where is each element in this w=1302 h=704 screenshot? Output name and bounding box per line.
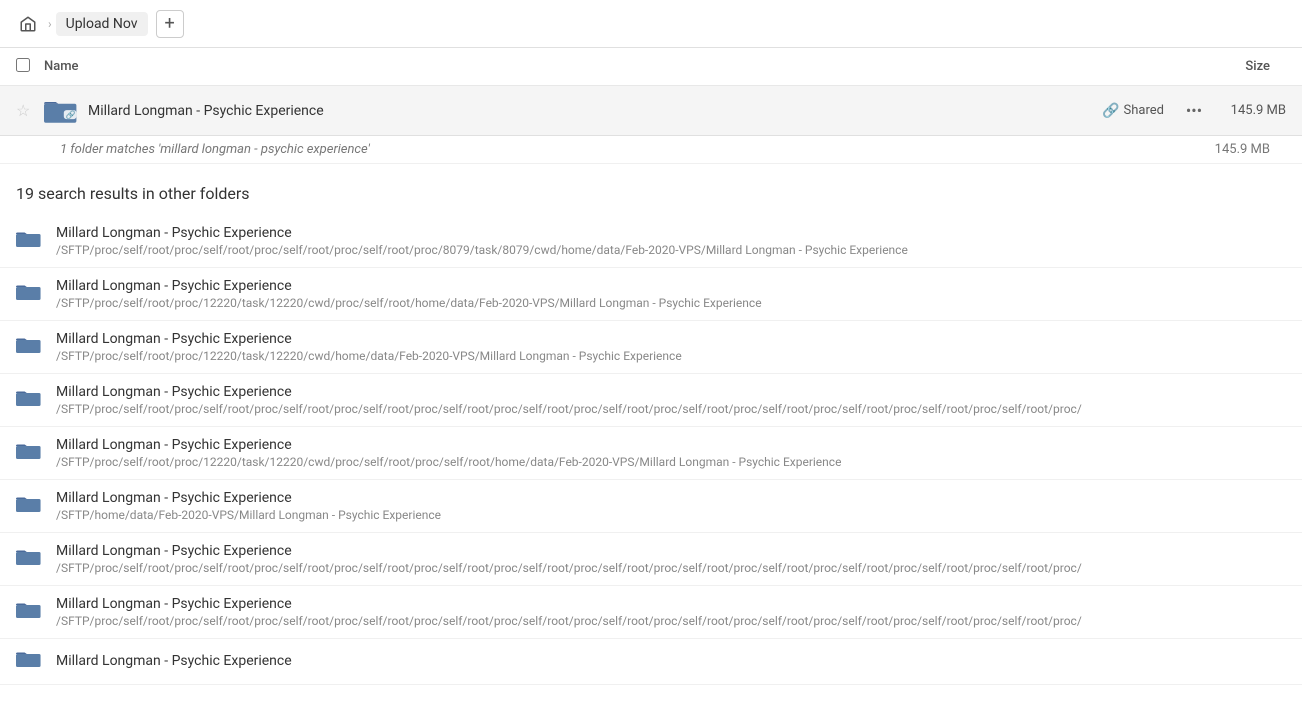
folder-match-text: 1 folder matches 'millard longman - psyc… — [60, 142, 1215, 157]
result-name: Millard Longman - Psychic Experience — [56, 543, 1082, 559]
result-path: /SFTP/proc/self/root/proc/12220/task/122… — [56, 455, 841, 469]
main-folder-name: Millard Longman - Psychic Experience — [88, 103, 1102, 119]
result-name: Millard Longman - Psychic Experience — [56, 225, 908, 241]
folder-icon — [16, 441, 44, 466]
result-item[interactable]: Millard Longman - Psychic Experience — [0, 639, 1302, 685]
result-name: Millard Longman - Psychic Experience — [56, 437, 841, 453]
result-name: Millard Longman - Psychic Experience — [56, 490, 441, 506]
result-info: Millard Longman - Psychic Experience/SFT… — [56, 225, 908, 257]
result-info: Millard Longman - Psychic Experience/SFT… — [56, 543, 1082, 575]
main-result-size: 145.9 MB — [1216, 103, 1286, 118]
result-item[interactable]: Millard Longman - Psychic Experience/SFT… — [0, 427, 1302, 480]
result-item[interactable]: Millard Longman - Psychic Experience/SFT… — [0, 268, 1302, 321]
link-icon: 🔗 — [1102, 103, 1119, 119]
home-button[interactable] — [12, 8, 44, 40]
result-item[interactable]: Millard Longman - Psychic Experience/SFT… — [0, 374, 1302, 427]
folder-icon — [16, 282, 44, 307]
result-info: Millard Longman - Psychic Experience/SFT… — [56, 490, 441, 522]
main-result-row[interactable]: ☆ 🔗 Millard Longman - Psychic Experience… — [0, 86, 1302, 136]
folder-icon — [16, 494, 44, 519]
result-info: Millard Longman - Psychic Experience/SFT… — [56, 278, 762, 310]
folder-icon — [16, 229, 44, 254]
result-info: Millard Longman - Psychic Experience/SFT… — [56, 437, 841, 469]
result-item[interactable]: Millard Longman - Psychic Experience/SFT… — [0, 480, 1302, 533]
result-path: /SFTP/proc/self/root/proc/self/root/proc… — [56, 614, 1082, 628]
result-item[interactable]: Millard Longman - Psychic Experience/SFT… — [0, 586, 1302, 639]
result-path: /SFTP/home/data/Feb-2020-VPS/Millard Lon… — [56, 508, 441, 522]
folder-icon — [16, 547, 44, 572]
result-name: Millard Longman - Psychic Experience — [56, 596, 1082, 612]
result-path: /SFTP/proc/self/root/proc/12220/task/122… — [56, 296, 762, 310]
result-name: Millard Longman - Psychic Experience — [56, 653, 292, 669]
result-name: Millard Longman - Psychic Experience — [56, 278, 762, 294]
column-header-row: Name Size — [0, 48, 1302, 86]
size-column-header: Size — [1245, 59, 1270, 74]
result-path: /SFTP/proc/self/root/proc/self/root/proc… — [56, 561, 1082, 575]
folder-match-info-row: 1 folder matches 'millard longman - psyc… — [0, 136, 1302, 164]
folder-icon — [16, 600, 44, 625]
name-column-header: Name — [44, 59, 1245, 74]
result-info: Millard Longman - Psychic Experience/SFT… — [56, 596, 1082, 628]
svg-text:🔗: 🔗 — [66, 109, 76, 120]
folder-icon — [16, 335, 44, 360]
folder-icon — [16, 388, 44, 413]
top-bar: › Upload Nov + — [0, 0, 1302, 48]
linked-folder-icon: 🔗 — [44, 93, 80, 129]
shared-label: Shared — [1124, 103, 1164, 118]
result-item[interactable]: Millard Longman - Psychic Experience/SFT… — [0, 215, 1302, 268]
folder-match-size: 145.9 MB — [1215, 142, 1270, 157]
folder-icon — [16, 649, 44, 674]
result-info: Millard Longman - Psychic Experience/SFT… — [56, 331, 682, 363]
other-results-list: Millard Longman - Psychic Experience/SFT… — [0, 215, 1302, 685]
result-item[interactable]: Millard Longman - Psychic Experience/SFT… — [0, 533, 1302, 586]
other-results-section-header: 19 search results in other folders — [0, 164, 1302, 215]
result-path: /SFTP/proc/self/root/proc/self/root/proc… — [56, 243, 908, 257]
result-name: Millard Longman - Psychic Experience — [56, 384, 1082, 400]
breadcrumb-separator: › — [48, 17, 52, 31]
breadcrumb-upload-nov[interactable]: Upload Nov — [56, 12, 148, 36]
result-item[interactable]: Millard Longman - Psychic Experience/SFT… — [0, 321, 1302, 374]
result-path: /SFTP/proc/self/root/proc/12220/task/122… — [56, 349, 682, 363]
result-path: /SFTP/proc/self/root/proc/self/root/proc… — [56, 402, 1082, 416]
result-name: Millard Longman - Psychic Experience — [56, 331, 682, 347]
star-button[interactable]: ☆ — [16, 101, 36, 120]
result-info: Millard Longman - Psychic Experience — [56, 653, 292, 671]
result-info: Millard Longman - Psychic Experience/SFT… — [56, 384, 1082, 416]
select-all-checkbox[interactable] — [16, 58, 36, 76]
add-tab-button[interactable]: + — [156, 10, 184, 38]
more-options-button[interactable]: ••• — [1180, 97, 1208, 125]
shared-badge: 🔗 Shared — [1102, 103, 1164, 119]
